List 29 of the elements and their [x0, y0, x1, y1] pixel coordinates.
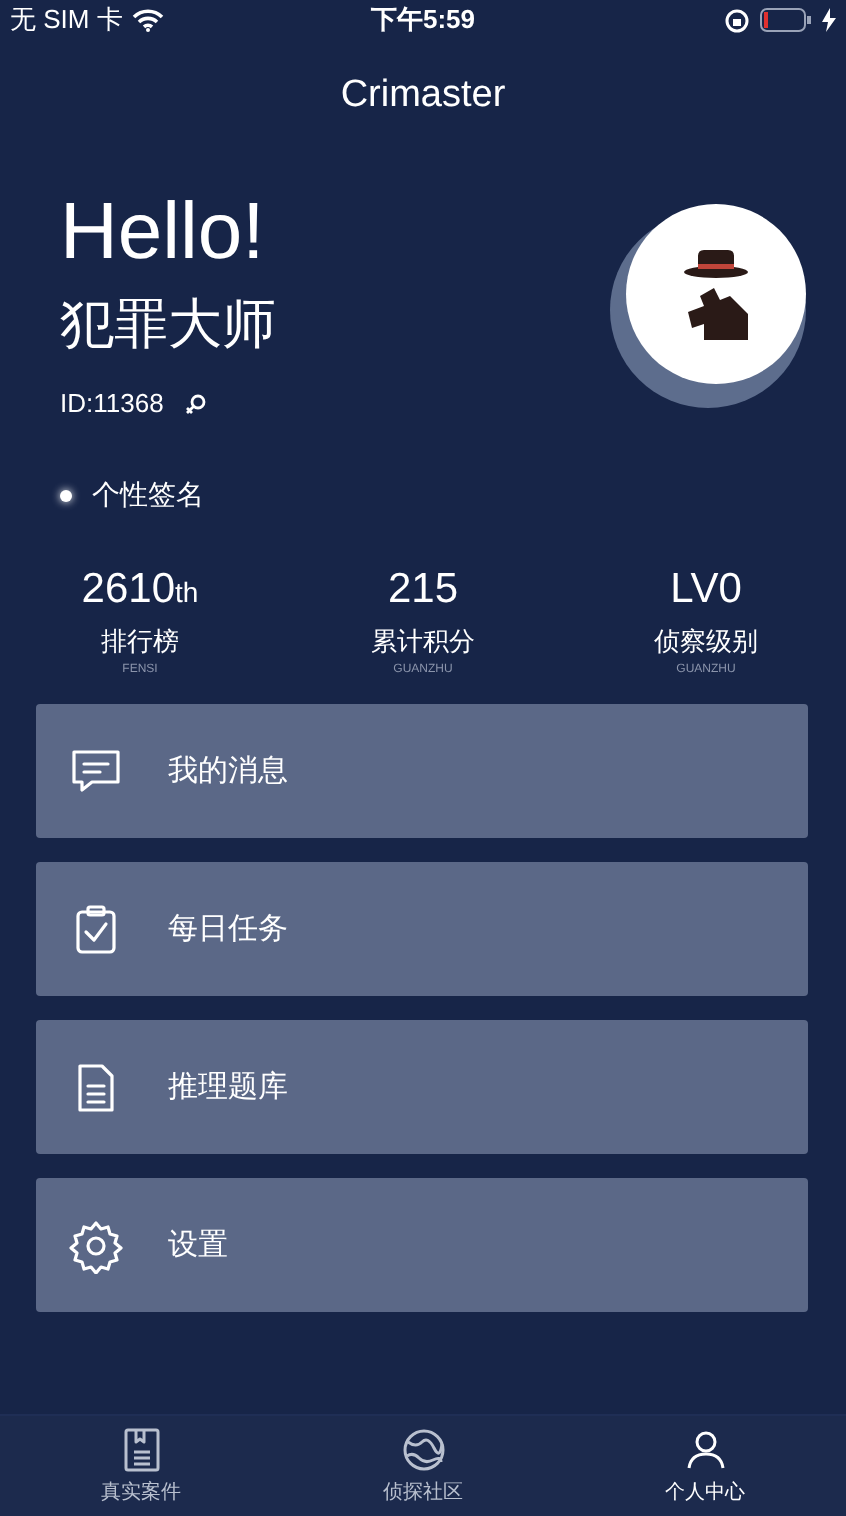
charging-icon [822, 8, 836, 32]
menu-item[interactable]: 每日任务 [36, 862, 808, 996]
stat-value: 215 [387, 566, 459, 614]
detective-icon [680, 248, 752, 340]
globe-icon [399, 1426, 447, 1474]
user-id: ID:11368 [60, 388, 164, 418]
clock-text: 下午5:59 [370, 2, 476, 38]
tab-item[interactable]: 个人中心 [564, 1416, 846, 1516]
carrier-text: 无 SIM 卡 [10, 2, 123, 38]
settings-icon [68, 1217, 124, 1273]
menu-item[interactable]: 我的消息 [36, 704, 808, 838]
stat-label: 排行榜 [101, 624, 179, 660]
tab-item[interactable]: 真实案件 [0, 1416, 282, 1516]
signature-text[interactable]: 个性签名 [92, 478, 204, 514]
app-title: Crimaster [340, 74, 506, 118]
stat-label: 累计积分 [371, 624, 475, 660]
greeting-text: Hello! [60, 188, 267, 276]
menu-item[interactable]: 设置 [36, 1178, 808, 1312]
tab-item[interactable]: 侦探社区 [282, 1416, 564, 1516]
rotation-lock-icon [724, 7, 750, 33]
gender-icon [183, 391, 208, 415]
stat-label: 侦察级别 [654, 624, 758, 660]
menu-item[interactable]: 推理题库 [36, 1020, 808, 1154]
bullet-icon [60, 490, 72, 502]
battery-icon [760, 8, 812, 32]
stat-value: LV0 [670, 566, 742, 614]
user-name: 犯罪大师 [60, 292, 276, 358]
wifi-icon [132, 8, 165, 32]
stat-value: 2610th [81, 566, 199, 614]
